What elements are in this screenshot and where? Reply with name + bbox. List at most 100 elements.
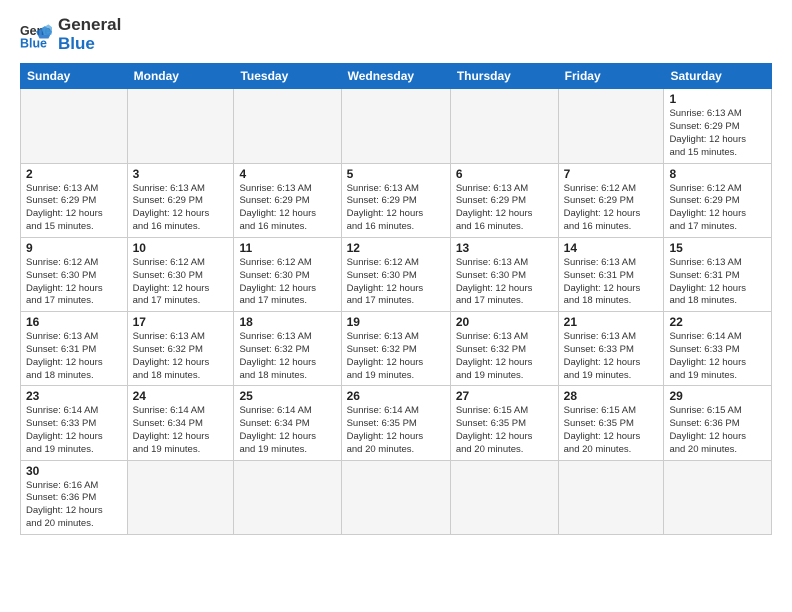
calendar-cell [234,460,341,534]
calendar-cell: 8 Sunrise: 6:12 AM Sunset: 6:29 PM Daylig… [664,163,772,237]
calendar-cell: 15 Sunrise: 6:13 AM Sunset: 6:31 PM Dayli… [664,237,772,311]
day-number: 27 [456,389,553,403]
week-row-4: 23 Sunrise: 6:14 AM Sunset: 6:33 PM Dayli… [21,386,772,460]
day-info: Sunrise: 6:13 AM Sunset: 6:31 PM Dayligh… [669,257,766,308]
calendar-cell: 18Sunrise: 6:13 AM Sunset: 6:32 PM Dayli… [234,312,341,386]
weekday-header-sunday: Sunday [21,64,128,89]
day-number: 8 [669,167,766,181]
day-info: Sunrise: 6:12 AM Sunset: 6:30 PM Dayligh… [26,257,122,308]
weekday-header-thursday: Thursday [450,64,558,89]
calendar-cell: 9 Sunrise: 6:12 AM Sunset: 6:30 PM Daylig… [21,237,128,311]
weekday-header-saturday: Saturday [664,64,772,89]
day-info: Sunrise: 6:14 AM Sunset: 6:35 PM Dayligh… [347,405,445,456]
calendar-cell [664,460,772,534]
day-info: Sunrise: 6:14 AM Sunset: 6:34 PM Dayligh… [133,405,229,456]
day-info: Sunrise: 6:13 AM Sunset: 6:29 PM Dayligh… [239,183,335,234]
day-number: 30 [26,464,122,478]
day-info: Sunrise: 6:14 AM Sunset: 6:33 PM Dayligh… [669,331,766,382]
calendar-cell: 27Sunrise: 6:15 AM Sunset: 6:35 PM Dayli… [450,386,558,460]
calendar-cell: 6Sunrise: 6:13 AM Sunset: 6:29 PM Daylig… [450,163,558,237]
calendar-cell [558,460,664,534]
weekday-header-wednesday: Wednesday [341,64,450,89]
logo-blue-text: Blue [58,35,121,54]
calendar-cell: 23 Sunrise: 6:14 AM Sunset: 6:33 PM Dayli… [21,386,128,460]
header: General Blue General Blue [20,16,772,53]
day-number: 4 [239,167,335,181]
day-number: 11 [239,241,335,255]
week-row-2: 9 Sunrise: 6:12 AM Sunset: 6:30 PM Daylig… [21,237,772,311]
day-number: 21 [564,315,659,329]
calendar-cell: 10 Sunrise: 6:12 AM Sunset: 6:30 PM Dayli… [127,237,234,311]
calendar-cell: 25Sunrise: 6:14 AM Sunset: 6:34 PM Dayli… [234,386,341,460]
day-info: Sunrise: 6:15 AM Sunset: 6:36 PM Dayligh… [669,405,766,456]
day-info: Sunrise: 6:13 AM Sunset: 6:33 PM Dayligh… [564,331,659,382]
calendar-cell: 14 Sunrise: 6:13 AM Sunset: 6:31 PM Dayli… [558,237,664,311]
day-number: 3 [133,167,229,181]
day-info: Sunrise: 6:13 AM Sunset: 6:29 PM Dayligh… [26,183,122,234]
calendar-cell: 1Sunrise: 6:13 AM Sunset: 6:29 PM Daylig… [664,89,772,163]
day-number: 10 [133,241,229,255]
calendar-cell: 24 Sunrise: 6:14 AM Sunset: 6:34 PM Dayli… [127,386,234,460]
day-info: Sunrise: 6:13 AM Sunset: 6:30 PM Dayligh… [456,257,553,308]
day-info: Sunrise: 6:12 AM Sunset: 6:29 PM Dayligh… [669,183,766,234]
logo-general-text: General [58,16,121,35]
calendar-cell: 29 Sunrise: 6:15 AM Sunset: 6:36 PM Dayli… [664,386,772,460]
calendar-cell: 7Sunrise: 6:12 AM Sunset: 6:29 PM Daylig… [558,163,664,237]
day-number: 23 [26,389,122,403]
calendar-cell [234,89,341,163]
weekday-header-friday: Friday [558,64,664,89]
calendar-cell [450,460,558,534]
calendar-cell [21,89,128,163]
day-info: Sunrise: 6:15 AM Sunset: 6:35 PM Dayligh… [564,405,659,456]
calendar-cell: 22 Sunrise: 6:14 AM Sunset: 6:33 PM Dayli… [664,312,772,386]
day-number: 24 [133,389,229,403]
day-number: 5 [347,167,445,181]
calendar-cell: 28 Sunrise: 6:15 AM Sunset: 6:35 PM Dayli… [558,386,664,460]
day-info: Sunrise: 6:13 AM Sunset: 6:31 PM Dayligh… [564,257,659,308]
calendar-cell [341,460,450,534]
calendar-cell: 3 Sunrise: 6:13 AM Sunset: 6:29 PM Daylig… [127,163,234,237]
page: General Blue General Blue SundayMondayTu… [0,0,792,612]
day-number: 2 [26,167,122,181]
day-info: Sunrise: 6:13 AM Sunset: 6:31 PM Dayligh… [26,331,122,382]
calendar-cell: 17Sunrise: 6:13 AM Sunset: 6:32 PM Dayli… [127,312,234,386]
day-number: 1 [669,92,766,106]
calendar-cell [450,89,558,163]
day-number: 9 [26,241,122,255]
logo-icon: General Blue [20,19,52,51]
day-number: 20 [456,315,553,329]
calendar-cell: 20Sunrise: 6:13 AM Sunset: 6:32 PM Dayli… [450,312,558,386]
calendar-cell: 2 Sunrise: 6:13 AM Sunset: 6:29 PM Daylig… [21,163,128,237]
calendar-cell: 26 Sunrise: 6:14 AM Sunset: 6:35 PM Dayli… [341,386,450,460]
day-info: Sunrise: 6:14 AM Sunset: 6:33 PM Dayligh… [26,405,122,456]
day-info: Sunrise: 6:16 AM Sunset: 6:36 PM Dayligh… [26,480,122,531]
day-number: 28 [564,389,659,403]
week-row-1: 2 Sunrise: 6:13 AM Sunset: 6:29 PM Daylig… [21,163,772,237]
calendar-cell: 19 Sunrise: 6:13 AM Sunset: 6:32 PM Dayli… [341,312,450,386]
day-info: Sunrise: 6:13 AM Sunset: 6:29 PM Dayligh… [456,183,553,234]
day-number: 12 [347,241,445,255]
weekday-header-monday: Monday [127,64,234,89]
day-number: 26 [347,389,445,403]
day-number: 22 [669,315,766,329]
day-info: Sunrise: 6:13 AM Sunset: 6:29 PM Dayligh… [133,183,229,234]
day-number: 29 [669,389,766,403]
day-info: Sunrise: 6:13 AM Sunset: 6:29 PM Dayligh… [347,183,445,234]
day-number: 13 [456,241,553,255]
day-info: Sunrise: 6:12 AM Sunset: 6:30 PM Dayligh… [239,257,335,308]
calendar-cell: 16 Sunrise: 6:13 AM Sunset: 6:31 PM Dayli… [21,312,128,386]
day-info: Sunrise: 6:12 AM Sunset: 6:29 PM Dayligh… [564,183,659,234]
day-number: 25 [239,389,335,403]
day-info: Sunrise: 6:12 AM Sunset: 6:30 PM Dayligh… [133,257,229,308]
calendar-cell: 5 Sunrise: 6:13 AM Sunset: 6:29 PM Daylig… [341,163,450,237]
calendar-cell [127,460,234,534]
week-row-0: 1Sunrise: 6:13 AM Sunset: 6:29 PM Daylig… [21,89,772,163]
week-row-5: 30 Sunrise: 6:16 AM Sunset: 6:36 PM Dayli… [21,460,772,534]
calendar-cell: 30 Sunrise: 6:16 AM Sunset: 6:36 PM Dayli… [21,460,128,534]
day-info: Sunrise: 6:13 AM Sunset: 6:32 PM Dayligh… [347,331,445,382]
day-number: 19 [347,315,445,329]
day-number: 14 [564,241,659,255]
day-number: 15 [669,241,766,255]
calendar-cell: 21 Sunrise: 6:13 AM Sunset: 6:33 PM Dayli… [558,312,664,386]
day-number: 16 [26,315,122,329]
